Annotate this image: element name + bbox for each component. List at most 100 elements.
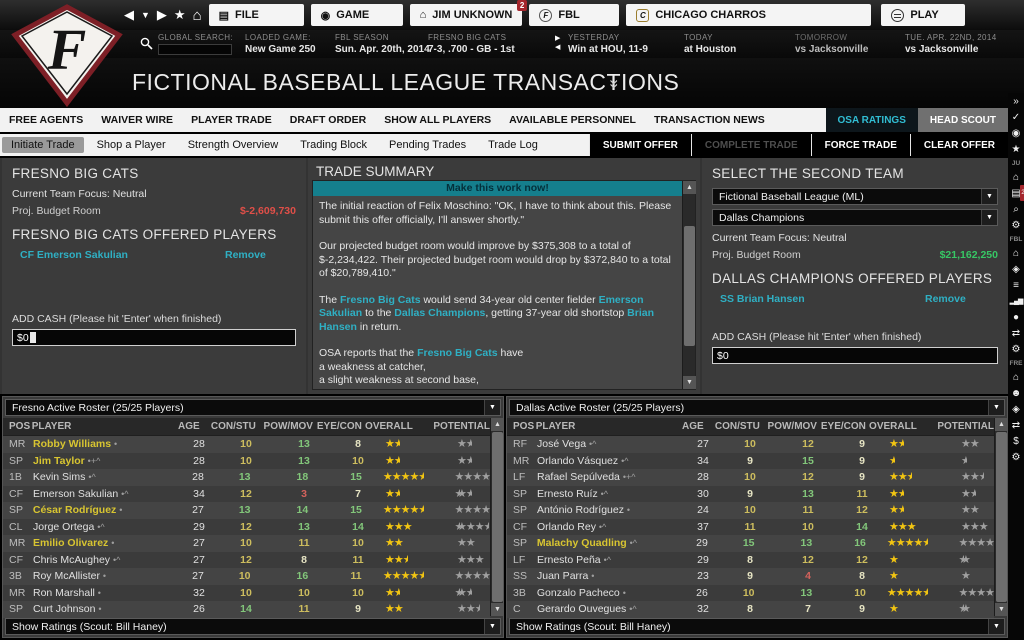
search-icon[interactable]: ⌕ <box>1013 202 1019 218</box>
table-row[interactable]: SPMalachy Quadling •^29151316★★★★★★★★★★ <box>507 535 994 552</box>
scrollbar-thumb[interactable] <box>684 226 695 346</box>
subtab-pending-trades[interactable]: Pending Trades <box>380 137 475 153</box>
tab-player-trade[interactable]: PLAYER TRADE <box>182 114 281 126</box>
dropdown-icon[interactable]: ▼ <box>141 10 150 20</box>
news-icon[interactable]: ▤2 <box>1011 186 1020 202</box>
roster-select[interactable]: Dallas Active Roster (25/25 Players)▼ <box>509 399 1005 416</box>
tab-free-agents[interactable]: FREE AGENTS <box>0 114 92 126</box>
home-icon[interactable]: ⌂ <box>1013 246 1019 262</box>
tab-waiver-wire[interactable]: WAIVER WIRE <box>92 114 182 126</box>
manager-menu-button[interactable]: ⌂JIM UNKNOWN2 <box>410 4 523 26</box>
table-row[interactable]: 3BRoy McAllister •27101611★★★★★★★★★★ <box>3 568 490 585</box>
table-row[interactable]: LFErnesto Peña •^2981212★★ <box>507 552 994 569</box>
table-row[interactable]: MRRon Marshall •32101010★★★★ <box>3 585 490 602</box>
scroll-up-icon[interactable]: ▲ <box>683 181 696 194</box>
transactions-icon[interactable]: ⇄ <box>1012 326 1020 342</box>
offered-player-link[interactable]: CF Emerson Sakulian <box>20 249 128 261</box>
scrollbar-thumb[interactable] <box>996 432 1007 602</box>
forward-icon[interactable]: ▶ <box>157 7 167 23</box>
tab-draft-order[interactable]: DRAFT ORDER <box>281 114 375 126</box>
remove-player-link[interactable]: Remove <box>225 249 266 261</box>
subtab-shop-a-player[interactable]: Shop a Player <box>88 137 175 153</box>
head-scout-toggle[interactable]: HEAD SCOUT <box>918 108 1008 132</box>
scroll-up-icon[interactable]: ▲ <box>491 418 504 431</box>
table-row[interactable]: MRRobby Williams •2810138★★★★ <box>3 436 490 453</box>
home-icon[interactable]: ⌂ <box>1013 170 1019 186</box>
global-search-input[interactable] <box>158 44 232 55</box>
scroll-up-icon[interactable]: ▲ <box>995 418 1008 431</box>
roster-scrollbar[interactable]: ▲▼ <box>994 418 1007 616</box>
file-menu-button[interactable]: ▤FILE <box>209 4 304 26</box>
field-icon[interactable]: ◈ <box>1012 402 1020 418</box>
table-row[interactable]: RFJosé Vega •^2710129★★★★ <box>507 436 994 453</box>
clear-offer-button[interactable]: CLEAR OFFER <box>910 134 1008 156</box>
entity-link[interactable]: Fresno Big Cats <box>340 294 421 306</box>
scroll-down-icon[interactable]: ▼ <box>995 603 1008 616</box>
wrench-icon[interactable]: ⚙ <box>1012 218 1021 234</box>
table-row[interactable]: SPJim Taylor •+^28101310★★★★ <box>3 453 490 470</box>
table-row[interactable]: MREmilio Olivarez •27101110★★★★ <box>3 535 490 552</box>
stats-icon[interactable]: ▂▄▆ <box>1010 294 1023 310</box>
baseball-icon[interactable]: ● <box>1013 310 1019 326</box>
force-trade-button[interactable]: FORCE TRADE <box>811 134 910 156</box>
tab-transaction-news[interactable]: TRANSACTION NEWS <box>645 114 774 126</box>
table-row[interactable]: SPCésar Rodríguez •27131415★★★★★★★★★★ <box>3 502 490 519</box>
table-row[interactable]: CFOrlando Rey •^37111014★★★★★★ <box>507 519 994 536</box>
tools-icon[interactable]: ⚙ <box>1012 342 1021 358</box>
remove-player-link[interactable]: Remove <box>925 293 966 305</box>
play-button[interactable]: PLAY <box>881 4 965 26</box>
team-select[interactable]: Dallas Champions▼ <box>712 209 998 226</box>
subtab-initiate-trade[interactable]: Initiate Trade <box>2 137 84 153</box>
transactions-icon[interactable]: ⇄ <box>1012 418 1020 434</box>
show-ratings-select[interactable]: Show Ratings (Scout: Bill Haney)▼ <box>5 618 501 635</box>
roster-scrollbar[interactable]: ▲▼ <box>490 418 503 616</box>
globe-icon[interactable]: ◉ <box>1012 126 1021 142</box>
add-cash-input[interactable]: $0 <box>12 329 296 346</box>
home-icon[interactable]: ⌂ <box>1013 370 1019 386</box>
game-menu-button[interactable]: ◉GAME <box>311 4 403 26</box>
league-menu-button[interactable]: FFBL <box>529 4 619 26</box>
offered-player-link[interactable]: SS Brian Hansen <box>720 293 805 305</box>
check-icon[interactable]: ✓ <box>1012 110 1020 126</box>
subtab-strength-overview[interactable]: Strength Overview <box>179 137 287 153</box>
table-row[interactable]: CFEmerson Sakulian •^341237★★★★ <box>3 486 490 503</box>
table-row[interactable]: MROrlando Vásquez •^349159★★ <box>507 453 994 470</box>
roster-select[interactable]: Fresno Active Roster (25/25 Players)▼ <box>5 399 501 416</box>
table-row[interactable]: LFRafael Sepúlveda •+^2810129★★★★★★ <box>507 469 994 486</box>
chevrons-down-icon[interactable]: » <box>605 79 625 88</box>
table-row[interactable]: SPAntónio Rodríguez •24101112★★★★ <box>507 502 994 519</box>
settings-icon[interactable]: ⚙ <box>1012 450 1021 466</box>
summary-scrollbar[interactable]: ▲ ▼ <box>682 181 695 389</box>
osa-ratings-toggle[interactable]: OSA RATINGS <box>826 108 918 132</box>
table-row[interactable]: 1BKevin Sims •^28131815★★★★★★★★★★ <box>3 469 490 486</box>
add-cash-input[interactable]: $0 <box>712 347 998 364</box>
subtab-trade-log[interactable]: Trade Log <box>479 137 547 153</box>
favorites-star-icon[interactable]: ★ <box>174 7 186 23</box>
table-row[interactable]: SSJuan Parra •23948★★ <box>507 568 994 585</box>
submit-offer-button[interactable]: SUBMIT OFFER <box>589 134 691 156</box>
tab-show-all-players[interactable]: SHOW ALL PLAYERS <box>375 114 500 126</box>
table-row[interactable]: 3BGonzalo Pacheco •26101310★★★★★★★★★★ <box>507 585 994 602</box>
subtab-trading-block[interactable]: Trading Block <box>291 137 376 153</box>
team-menu-button[interactable]: CCHICAGO CHARROS <box>626 4 871 26</box>
replay-arrows-icon[interactable]: ▶◀ <box>555 34 560 52</box>
table-row[interactable]: CLJorge Ortega •^29121314★★★★★★★ <box>3 519 490 536</box>
complete-trade-button[interactable]: COMPLETE TRADE <box>691 134 811 156</box>
scroll-down-icon[interactable]: ▼ <box>491 603 504 616</box>
table-row[interactable]: SPErnesto Ruíz •^3091311★★★★ <box>507 486 994 503</box>
finance-icon[interactable]: $ <box>1013 434 1019 450</box>
scroll-down-icon[interactable]: ▼ <box>683 376 696 389</box>
field-icon[interactable]: ◈ <box>1012 262 1020 278</box>
entity-link[interactable]: Fresno Big Cats <box>417 347 498 359</box>
list-icon[interactable]: ≡ <box>1013 278 1019 294</box>
scrollbar-thumb[interactable] <box>492 432 503 602</box>
entity-link[interactable]: Dallas Champions <box>394 307 485 319</box>
show-ratings-select[interactable]: Show Ratings (Scout: Bill Haney)▼ <box>509 618 1005 635</box>
home-icon[interactable]: ⌂ <box>193 7 202 24</box>
tab-available-personnel[interactable]: AVAILABLE PERSONNEL <box>500 114 645 126</box>
table-row[interactable]: CFChris McAughey •^2712811★★★★★★ <box>3 552 490 569</box>
manager-icon[interactable]: ☻ <box>1011 386 1022 402</box>
chevrons-right-icon[interactable]: » <box>1013 94 1019 110</box>
league-select[interactable]: Fictional Baseball League (ML)▼ <box>712 188 998 205</box>
star-icon[interactable]: ★ <box>1012 142 1021 158</box>
